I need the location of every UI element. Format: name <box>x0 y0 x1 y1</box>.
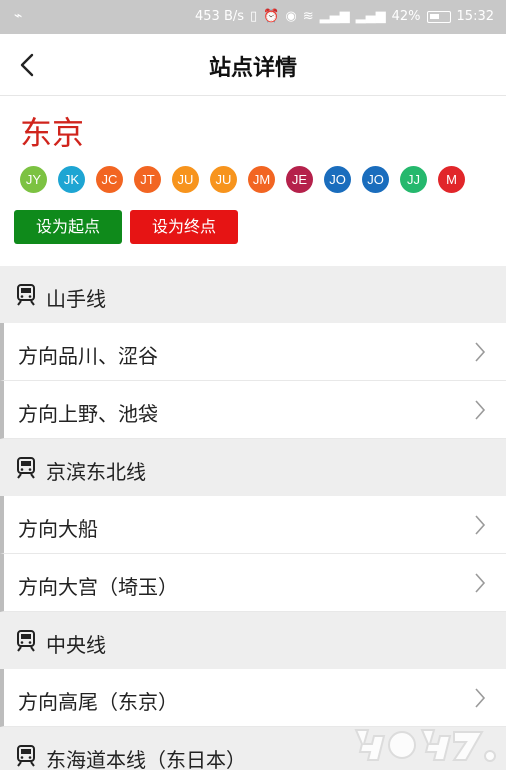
train-icon <box>16 457 36 479</box>
line-badge-jo[interactable]: JO <box>362 166 389 193</box>
line-section-header: 京滨东北线 <box>0 439 506 496</box>
train-icon <box>16 284 36 306</box>
watermark-logo <box>354 729 496 762</box>
direction-label: 方向大船 <box>18 517 98 541</box>
line-badge-jj[interactable]: JJ <box>400 166 427 193</box>
direction-row[interactable]: 方向高尾（东京） <box>0 669 506 727</box>
train-icon <box>16 745 36 767</box>
eye-icon: ◉ <box>285 9 297 24</box>
alarm-icon: ⏰ <box>263 9 280 24</box>
direction-label: 方向高尾（东京） <box>18 690 178 714</box>
line-name: 京滨东北线 <box>46 460 146 484</box>
line-badge-jo[interactable]: JO <box>324 166 351 193</box>
set-start-button[interactable]: 设为起点 <box>14 210 122 244</box>
chevron-right-icon <box>474 514 486 536</box>
line-badge-ju[interactable]: JU <box>210 166 237 193</box>
signal-4g-icon: ▂▄▆ <box>355 9 386 24</box>
line-badge-jm[interactable]: JM <box>248 166 275 193</box>
station-name: 东京 <box>20 114 85 152</box>
line-badge-jt[interactable]: JT <box>134 166 161 193</box>
line-section-header: 中央线 <box>0 612 506 669</box>
chevron-right-icon <box>474 341 486 363</box>
line-name: 东海道本线（东日本） <box>46 748 246 770</box>
wifi-icon: ≋ <box>302 9 314 24</box>
line-section-header: 山手线 <box>0 266 506 323</box>
line-name: 中央线 <box>46 633 106 657</box>
chevron-right-icon <box>474 399 486 421</box>
direction-row[interactable]: 方向大船 <box>0 496 506 554</box>
line-badge-jy[interactable]: JY <box>20 166 47 193</box>
direction-label: 方向品川、涩谷 <box>18 344 158 368</box>
signal-icon: ▂▄▆ <box>319 9 350 24</box>
line-badge-jc[interactable]: JC <box>96 166 123 193</box>
battery-icon <box>426 10 451 23</box>
direction-row[interactable]: 方向大宫（埼玉） <box>0 554 506 612</box>
line-badges: JY JK JC JT JU JU JM JE JO JO JJ M <box>20 166 506 196</box>
train-icon <box>16 630 36 652</box>
status-bar: ⌁ 453 B/s ▯ ⏰ ◉ ≋ ▂▄▆ ▂▄▆ 42% 15:32 <box>0 0 506 34</box>
battery-percent: 42% <box>391 9 421 24</box>
line-badge-m[interactable]: M <box>438 166 465 193</box>
network-speed: 453 B/s <box>195 9 245 24</box>
set-end-button[interactable]: 设为终点 <box>130 210 238 244</box>
chevron-right-icon <box>474 572 486 594</box>
status-right: 453 B/s ▯ ⏰ ◉ ≋ ▂▄▆ ▂▄▆ 42% 15:32 <box>195 9 494 24</box>
direction-row[interactable]: 方向品川、涩谷 <box>0 323 506 381</box>
line-badge-je[interactable]: JE <box>286 166 313 193</box>
clock: 15:32 <box>456 9 494 24</box>
chevron-right-icon <box>474 687 486 709</box>
direction-list: 山手线方向品川、涩谷 方向上野、池袋京滨东北线方向大船方向大宫（埼玉） 中央线方向高… <box>0 266 506 770</box>
direction-label: 方向上野、池袋 <box>18 402 158 426</box>
usb-icon: ⌁ <box>14 8 23 24</box>
line-name: 山手线 <box>46 287 106 311</box>
direction-label: 方向大宫（埼玉） <box>18 575 178 599</box>
direction-row[interactable]: 方向上野、池袋 <box>0 381 506 439</box>
vibrate-icon: ▯ <box>250 9 258 24</box>
nav-bar: 站点详情 <box>0 34 506 96</box>
line-badge-jk[interactable]: JK <box>58 166 85 193</box>
page-title: 站点详情 <box>208 56 297 81</box>
line-badge-ju[interactable]: JU <box>172 166 199 193</box>
